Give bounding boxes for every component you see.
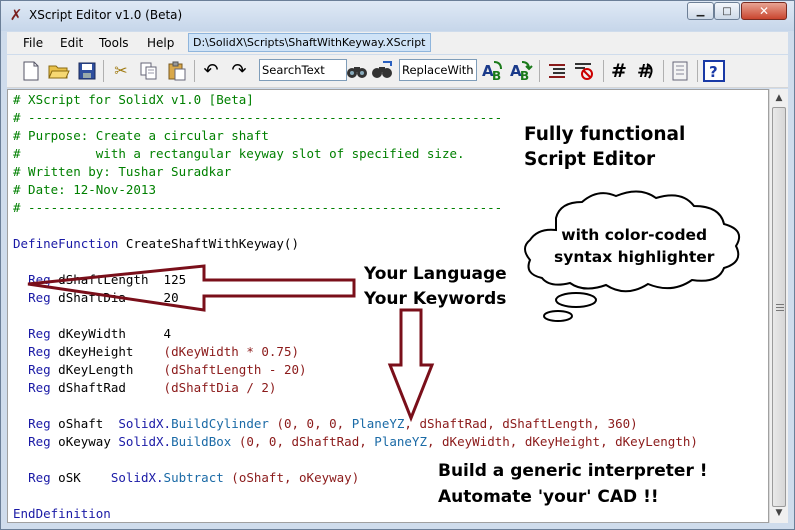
toolbar-separator xyxy=(103,60,104,82)
list-icon[interactable] xyxy=(668,59,692,83)
menu-bar: File Edit Tools Help D:\SolidX\Scripts\S… xyxy=(7,32,788,54)
redo-icon[interactable]: ↷ xyxy=(227,59,251,83)
svg-text:B: B xyxy=(520,69,529,82)
new-file-icon[interactable] xyxy=(19,59,43,83)
close-icon: ✕ xyxy=(758,4,770,18)
uncomment-icon[interactable]: # xyxy=(634,59,658,83)
grip-line xyxy=(776,310,784,311)
grip-line xyxy=(776,304,784,305)
callout-line: with color-coded xyxy=(561,226,708,244)
scrollbar-thumb[interactable] xyxy=(772,107,786,507)
copy-icon[interactable] xyxy=(137,59,161,83)
minimize-icon: ▁ xyxy=(696,5,705,17)
callout-line: Fully functional xyxy=(524,124,686,145)
toolbar-separator xyxy=(539,60,540,82)
vertical-scrollbar[interactable]: ▲ ▼ xyxy=(769,89,788,523)
callout-line: Build a generic interpreter ! xyxy=(438,461,708,481)
replace-icon[interactable]: AB xyxy=(481,59,505,83)
save-icon[interactable] xyxy=(75,59,99,83)
callout-line: syntax highlighter xyxy=(554,248,715,266)
callout-line: Your Keywords xyxy=(364,289,507,309)
toolbar-separator xyxy=(697,60,698,82)
find-icon[interactable] xyxy=(345,59,369,83)
toolbar: ✂ ↶ ↷ SearchText ReplaceWith AB AB # # ? xyxy=(7,55,788,88)
search-input[interactable]: SearchText xyxy=(259,59,347,81)
maximize-icon: □ xyxy=(722,5,732,17)
indent-icon[interactable] xyxy=(545,59,569,83)
paste-icon[interactable] xyxy=(165,59,189,83)
help-icon[interactable]: ? xyxy=(702,59,726,83)
down-arrow-shape xyxy=(387,308,435,423)
file-path-tab[interactable]: D:\SolidX\Scripts\ShaftWithKeyway.XScrip… xyxy=(188,33,431,52)
callout-language: Your Language Your Keywords xyxy=(364,262,507,312)
toolbar-separator xyxy=(663,60,664,82)
svg-text:#: # xyxy=(637,61,652,82)
menu-help[interactable]: Help xyxy=(147,36,174,50)
svg-text:B: B xyxy=(492,69,501,82)
open-folder-icon[interactable] xyxy=(47,59,71,83)
grip-line xyxy=(776,307,784,308)
menu-file[interactable]: File xyxy=(23,36,43,50)
left-arrow-shape xyxy=(27,264,356,312)
callout-interpreter: Build a generic interpreter ! Automate '… xyxy=(438,458,708,510)
title-bar[interactable]: ✗ XScript Editor v1.0 (Beta) ▁ □ ✕ xyxy=(1,1,794,31)
svg-text:?: ? xyxy=(709,63,718,81)
undo-icon[interactable]: ↶ xyxy=(199,59,223,83)
window-title: XScript Editor v1.0 (Beta) xyxy=(29,8,183,22)
app-window: ✗ XScript Editor v1.0 (Beta) ▁ □ ✕ File … xyxy=(0,0,795,530)
toolbar-separator xyxy=(194,60,195,82)
x-logo-icon: ✗ xyxy=(9,6,23,24)
toolbar-separator xyxy=(603,60,604,82)
callout-line: Script Editor xyxy=(524,149,656,170)
scroll-up-icon[interactable]: ▲ xyxy=(771,90,787,106)
callout-cloud-text: with color-coded syntax highlighter xyxy=(554,224,714,268)
menu-tools[interactable]: Tools xyxy=(99,36,129,50)
maximize-button[interactable]: □ xyxy=(714,2,740,20)
replace-input[interactable]: ReplaceWith xyxy=(399,59,477,81)
callout-line: Automate 'your' CAD !! xyxy=(438,487,659,507)
code-editor[interactable]: # XScript for SolidX v1.0 [Beta] # -----… xyxy=(7,89,769,523)
comment-icon[interactable]: # xyxy=(607,59,631,83)
close-button[interactable]: ✕ xyxy=(741,2,787,20)
find-next-icon[interactable] xyxy=(371,59,395,83)
callout-fully-functional: Fully functional Script Editor xyxy=(524,122,685,172)
cut-icon[interactable]: ✂ xyxy=(109,59,133,83)
minimize-button[interactable]: ▁ xyxy=(687,2,714,20)
menu-edit[interactable]: Edit xyxy=(60,36,83,50)
callout-line: Your Language xyxy=(364,264,507,284)
scroll-down-icon[interactable]: ▼ xyxy=(771,505,787,521)
unindent-icon[interactable] xyxy=(572,59,596,83)
replace-all-icon[interactable]: AB xyxy=(509,59,533,83)
